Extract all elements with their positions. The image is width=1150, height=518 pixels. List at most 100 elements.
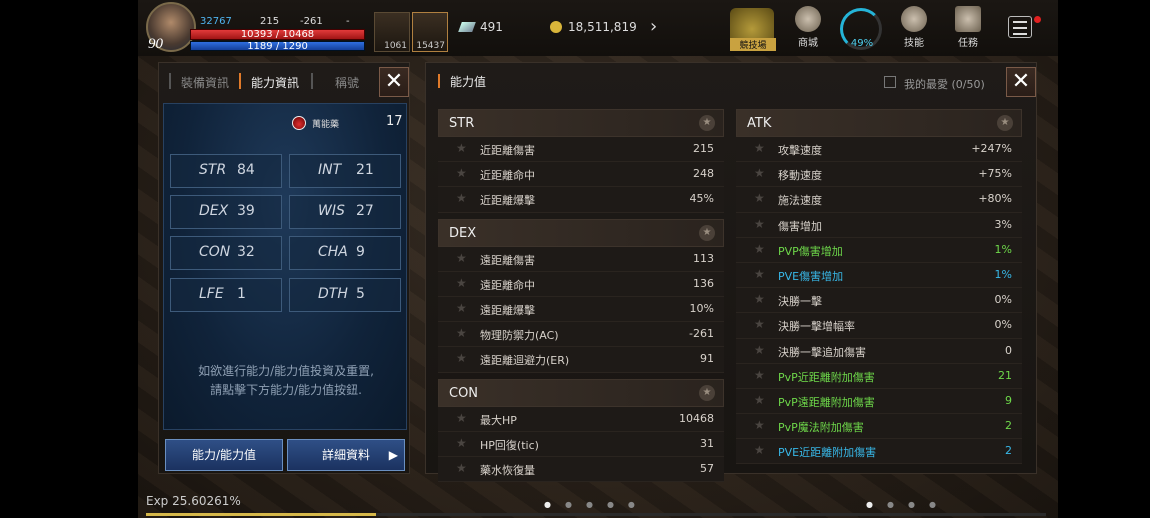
favorite-star-icon[interactable]: ★ [456, 411, 467, 425]
stat-detail-row: ★ HP回復(tic) 31 [438, 431, 724, 457]
stat-detail-label: 決勝一擊 [778, 295, 822, 309]
hp-bar: 10393 / 10468 [190, 29, 365, 40]
stat-name: LFE [199, 286, 224, 302]
detail-info-label: 詳細資料 [321, 448, 370, 462]
favorite-star-icon[interactable]: ★ [456, 351, 467, 365]
favorite-star-icon[interactable]: ★ [456, 166, 467, 180]
exp-bar [146, 513, 1046, 516]
tab-separator [311, 73, 313, 89]
favorite-star-icon[interactable]: ★ [699, 384, 715, 401]
favorite-star-icon[interactable]: ★ [456, 191, 467, 205]
favorite-star-icon[interactable]: ★ [754, 141, 765, 155]
stat-name: CON [199, 244, 231, 260]
stat-detail-row: ★ 決勝一擊追加傷害 0 [736, 338, 1022, 364]
stat-detail-row: ★ 攻擊速度 +247% [736, 137, 1022, 163]
stat-value: 84 [237, 162, 255, 178]
trophy-stat: - [346, 16, 350, 27]
mp-text: 1189 / 1290 [247, 41, 308, 52]
favorite-star-icon[interactable]: ★ [754, 393, 765, 407]
stat-detail-label: 傷害增加 [778, 219, 822, 233]
stat-con: CON 32 [170, 236, 282, 270]
favorite-star-icon[interactable]: ★ [754, 292, 765, 306]
elixir-count: 17 [386, 114, 403, 129]
stat-detail-value: 31 [700, 436, 714, 450]
close-ability-panel-button[interactable]: ✕ [1006, 67, 1036, 97]
favorite-star-icon[interactable]: ★ [754, 242, 765, 256]
section-header-dex: DEX ★ [438, 218, 724, 247]
favorite-star-icon[interactable]: ★ [456, 276, 467, 290]
stat-detail-row: ★ 遠距離傷害 113 [438, 246, 724, 272]
hud-expand-arrow-icon[interactable]: › [650, 16, 657, 37]
stat-lfe: LFE 1 [170, 278, 282, 312]
stat-detail-value: 1% [994, 242, 1012, 256]
stat-detail-label: PvP魔法附加傷害 [778, 421, 864, 435]
favorites-checkbox[interactable] [884, 76, 896, 88]
favorite-star-icon[interactable]: ★ [754, 443, 765, 457]
tab-title[interactable]: 稱號 [335, 74, 359, 91]
skill-icon [901, 6, 927, 32]
hp-text: 10393 / 10468 [240, 29, 315, 40]
stat-detail-row: ★ 遠距離命中 136 [438, 271, 724, 297]
favorite-star-icon[interactable]: ★ [456, 461, 467, 475]
favorite-star-icon[interactable]: ★ [456, 301, 467, 315]
favorite-star-icon[interactable]: ★ [699, 224, 715, 241]
stat-detail-label: 遠距離爆擊 [480, 303, 535, 317]
stat-detail-label: PvP近距離附加傷害 [778, 370, 875, 384]
quick-slot-item[interactable]: 15437 [412, 12, 448, 52]
shop-icon [795, 6, 821, 32]
detail-info-button[interactable]: 詳細資料 ▶ [287, 439, 405, 471]
stat-detail-value: 0% [994, 293, 1012, 307]
stat-name: DTH [318, 286, 348, 302]
favorite-star-icon[interactable]: ★ [456, 436, 467, 450]
favorite-star-icon[interactable]: ★ [754, 368, 765, 382]
favorite-star-icon[interactable]: ★ [456, 251, 467, 265]
stat-detail-row: ★ 施法速度 +80% [736, 187, 1022, 213]
favorite-star-icon[interactable]: ★ [456, 326, 467, 340]
exp-text: Exp 25.60261% [146, 494, 241, 508]
menu-line-icon [1013, 33, 1027, 35]
quick-slot-potion[interactable]: 1061 [374, 12, 410, 52]
elixir-label: 萬能藥 [312, 120, 340, 130]
stat-detail-value: 0 [1005, 343, 1012, 357]
favorite-star-icon[interactable]: ★ [997, 115, 1013, 131]
favorite-star-icon[interactable]: ★ [754, 166, 765, 180]
quest-button[interactable]: 任務 [948, 6, 988, 49]
close-info-panel-button[interactable]: ✕ [379, 67, 409, 97]
stat-value: 1 [237, 286, 246, 302]
favorite-star-icon[interactable]: ★ [699, 115, 715, 131]
stat-detail-label: 藥水恢復量 [480, 463, 535, 477]
ability-values-title: 能力值 [438, 73, 486, 90]
stat-detail-row: ★ 決勝一擊增幅率 0% [736, 313, 1022, 339]
stat-name: CHA [318, 244, 348, 260]
gauge-percent: 49% [850, 38, 874, 49]
quest-scroll-icon [955, 6, 981, 32]
stat-detail-row: ★ 近距離傷害 215 [438, 137, 724, 163]
shop-button[interactable]: 商城 [788, 6, 828, 49]
stat-detail-value: 45% [689, 192, 714, 206]
gold-amount: 18,511,819 [568, 20, 637, 34]
stat-dth: DTH 5 [289, 278, 401, 312]
menu-line-icon [1013, 21, 1027, 23]
favorite-star-icon[interactable]: ★ [456, 141, 467, 155]
favorite-star-icon[interactable]: ★ [754, 317, 765, 331]
favorite-star-icon[interactable]: ★ [754, 343, 765, 357]
tab-equipment-info[interactable]: 裝備資訊 [181, 74, 229, 91]
section-title: CON [449, 385, 479, 401]
favorite-star-icon[interactable]: ★ [754, 191, 765, 205]
tab-ability-info[interactable]: 能力資訊 [251, 74, 299, 91]
section-title: ATK [747, 116, 772, 131]
skill-button[interactable]: 技能 [894, 6, 934, 49]
stat-detail-row: ★ PvP魔法附加傷害 2 [736, 414, 1022, 440]
stat-detail-value: +80% [978, 192, 1012, 206]
main-menu-button[interactable] [1008, 16, 1032, 38]
title-accent-bar [438, 74, 440, 88]
ability-button[interactable]: 能力/能力值 [165, 439, 283, 471]
exp-bar-fill [146, 513, 377, 516]
stat-detail-label: PvP遠距離附加傷害 [778, 395, 875, 409]
stat-detail-row: ★ PvP遠距離附加傷害 9 [736, 388, 1022, 415]
favorite-star-icon[interactable]: ★ [754, 267, 765, 281]
favorite-star-icon[interactable]: ★ [754, 418, 765, 432]
favorite-star-icon[interactable]: ★ [754, 217, 765, 231]
stat-detail-value: 215 [693, 142, 714, 155]
stat-detail-row: ★ PVE近距離附加傷害 2 [736, 439, 1022, 465]
